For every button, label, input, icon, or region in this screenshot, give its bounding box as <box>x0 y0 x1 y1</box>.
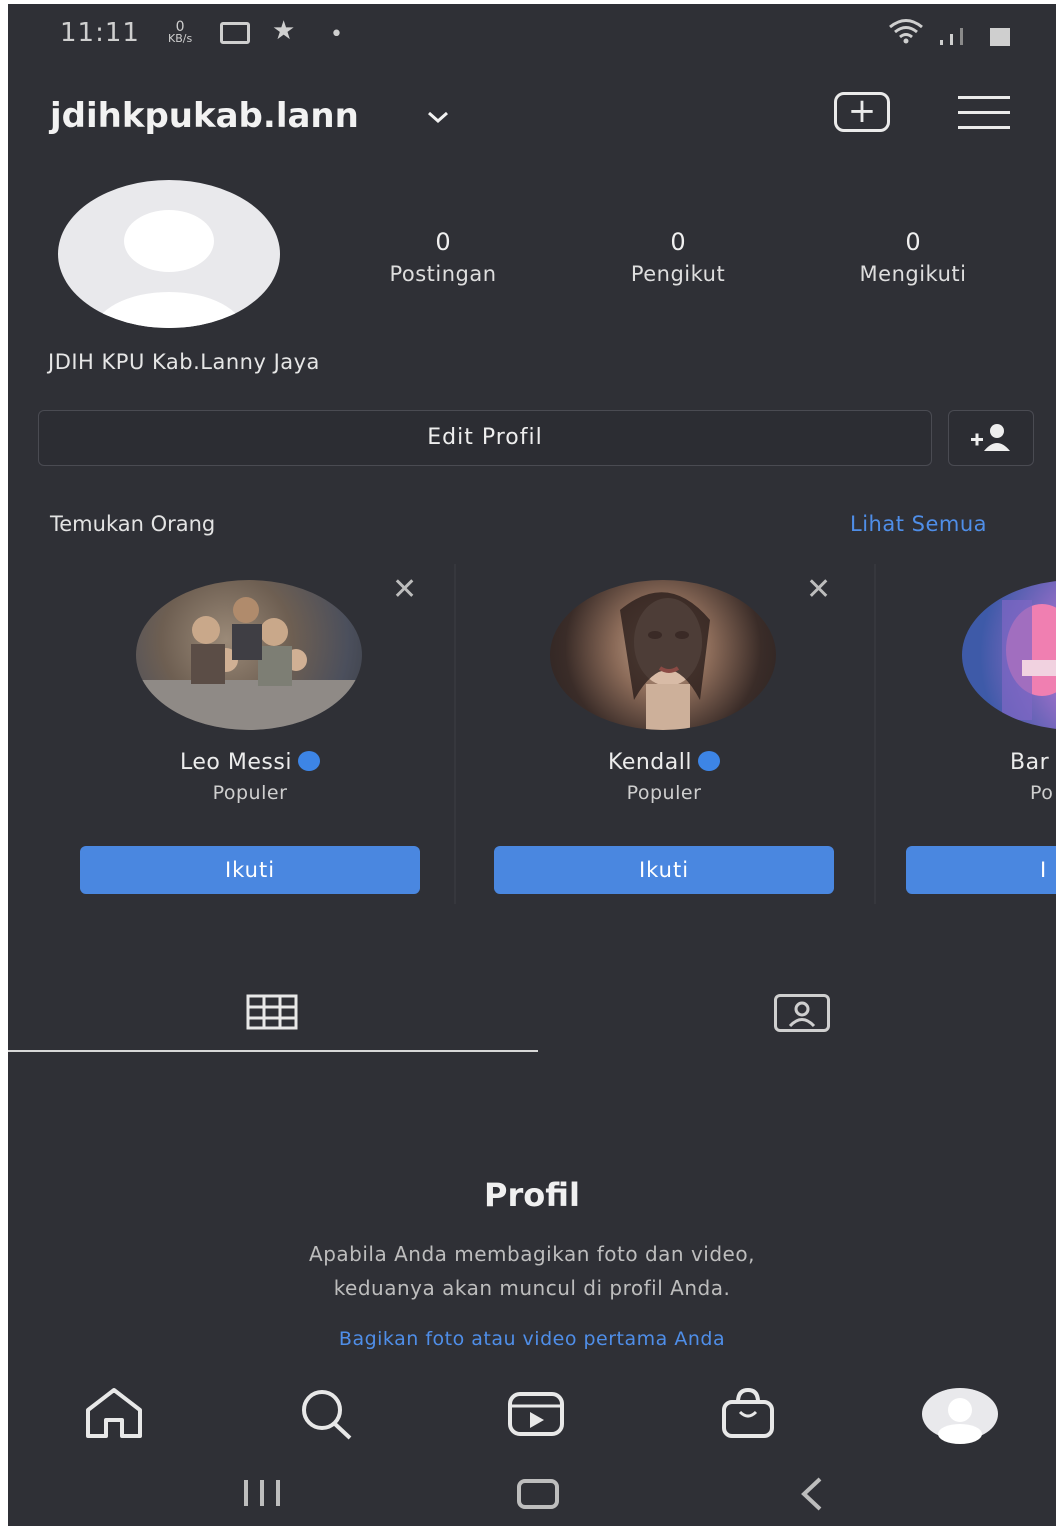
suggestion-subtitle: Populer <box>626 782 702 804</box>
bottom-navigation <box>8 1374 1056 1454</box>
network-speed-unit: KB/s <box>168 32 193 45</box>
stat-following-count: 0 <box>905 228 921 256</box>
suggestion-name-text: Kendall <box>608 750 692 775</box>
avatar-head-shape <box>124 210 214 272</box>
discover-people-button[interactable] <box>948 410 1034 466</box>
profile-avatar-icon[interactable] <box>920 1384 1000 1444</box>
network-speed: 0 KB/s <box>168 20 193 45</box>
empty-state-title: Profil <box>484 1176 580 1214</box>
stat-followers[interactable]: 0 Pengikut <box>578 228 778 286</box>
card-divider <box>454 564 456 904</box>
see-all-link[interactable]: Lihat Semua <box>850 512 987 536</box>
empty-state-text-line2: keduanya akan muncul di profil Anda. <box>333 1276 731 1300</box>
suggestion-name: Bar <box>1010 750 1050 775</box>
suggestion-avatar[interactable] <box>136 580 362 730</box>
stat-posts-count: 0 <box>435 228 451 256</box>
suggestion-name-text: Leo Messi <box>180 750 292 775</box>
suggestion-avatar[interactable] <box>962 580 1056 730</box>
edit-profile-button[interactable]: Edit Profil <box>38 410 932 466</box>
stat-posts-label: Postingan <box>389 262 497 286</box>
suggestion-card: ✕ Kendall Populer Ikuti <box>464 556 864 916</box>
verified-badge-icon <box>297 751 320 771</box>
close-icon[interactable]: ✕ <box>392 572 417 607</box>
follow-button[interactable]: I <box>906 846 1056 894</box>
home-button-icon[interactable] <box>516 1478 560 1514</box>
reels-icon[interactable] <box>504 1384 568 1444</box>
stat-followers-label: Pengikut <box>630 262 726 286</box>
dot-icon: • <box>330 22 343 47</box>
status-time: 11:11 <box>60 18 140 48</box>
suggestion-card: Bar Po I <box>876 556 1056 916</box>
search-icon[interactable] <box>294 1384 358 1444</box>
shop-icon[interactable] <box>716 1384 780 1444</box>
empty-state-text-line1: Apabila Anda membagikan foto dan video, <box>309 1242 755 1266</box>
signal-icon <box>936 24 976 50</box>
gallery-icon <box>220 22 250 44</box>
tagged-tab-icon[interactable] <box>774 994 830 1032</box>
active-tab-indicator <box>8 1050 538 1052</box>
suggestion-subtitle: Populer <box>212 782 288 804</box>
close-icon[interactable]: ✕ <box>806 572 831 607</box>
follow-button[interactable]: Ikuti <box>80 846 420 894</box>
suggestion-subtitle: Po <box>1030 782 1054 804</box>
stat-posts[interactable]: 0 Postingan <box>343 228 543 286</box>
star-icon: ★ <box>272 16 296 46</box>
profile-username[interactable]: jdihkpukab.lann <box>50 96 359 136</box>
avatar-body-shape <box>94 292 244 328</box>
posts-grid-tab-icon[interactable] <box>246 994 298 1030</box>
wifi-icon <box>888 18 924 50</box>
suggestion-name: Kendall <box>464 750 864 775</box>
follow-button[interactable]: Ikuti <box>494 846 834 894</box>
stat-following[interactable]: 0 Mengikuti <box>813 228 1013 286</box>
verified-badge-icon <box>697 751 720 771</box>
battery-icon <box>990 28 1010 46</box>
chevron-down-icon[interactable] <box>426 104 450 134</box>
profile-full-name: JDIH KPU Kab.Lanny Jaya <box>48 350 320 374</box>
status-bar: 11:11 0 KB/s ★ • <box>8 4 1056 62</box>
stat-followers-count: 0 <box>670 228 686 256</box>
add-person-icon <box>971 424 1010 451</box>
share-first-post-link[interactable]: Bagikan foto atau video pertama Anda <box>8 1328 1056 1350</box>
profile-avatar[interactable] <box>58 180 280 328</box>
home-icon[interactable] <box>82 1384 146 1444</box>
suggestion-card: ✕ Leo Messi Populer Ikuti <box>50 556 450 916</box>
discover-title: Temukan Orang <box>50 512 216 536</box>
suggestion-name: Leo Messi <box>50 750 450 775</box>
back-icon[interactable] <box>796 1476 826 1516</box>
suggestion-avatar[interactable] <box>550 580 776 730</box>
menu-icon[interactable] <box>958 94 1010 130</box>
system-navigation <box>8 1460 1056 1526</box>
recents-icon[interactable] <box>242 1478 284 1512</box>
new-post-icon[interactable]: + <box>834 92 890 132</box>
phone-screen: 11:11 0 KB/s ★ • jdihkpukab.lann + 0 Pos… <box>8 4 1056 1526</box>
stat-following-label: Mengikuti <box>859 262 967 286</box>
